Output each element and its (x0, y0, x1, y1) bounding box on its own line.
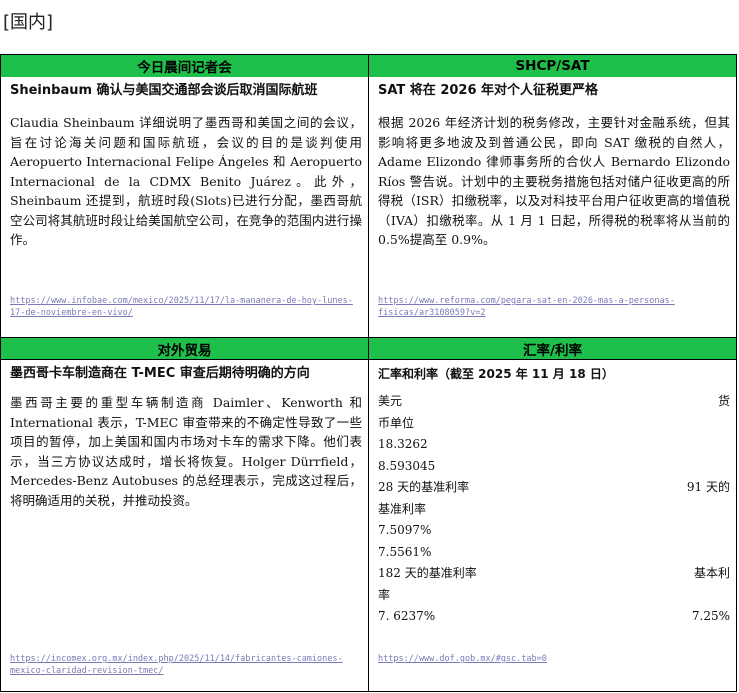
tiie28-value: 7.5097% (378, 523, 432, 537)
tiie91-value: 7.5561% (378, 544, 432, 559)
base-rate-value: 7.25% (691, 609, 730, 623)
source-link[interactable]: https://incomex.org.mx/index.php/2025/11… (10, 653, 360, 677)
source-link[interactable]: https://www.reforma.com/pegara-sat-en-20… (378, 295, 728, 319)
header-shcp-sat: SHCP/SAT (369, 55, 736, 77)
rates-headline: 汇率和利率（截至 2025 年 11 月 18 日） (378, 367, 614, 381)
panel-exchange-rates: 汇率和利率（截至 2025 年 11 月 18 日） 美元 货 币单位 18.3… (369, 360, 736, 690)
header-exchange-rates: 汇率/利率 (369, 338, 736, 359)
tiie28-label: 28 天的基准利率 (378, 480, 470, 494)
tiie91-label: 91 天的 (686, 480, 730, 494)
currency-unit-label: 货 (717, 394, 730, 408)
article-body: 根据 2026 年经济计划的税务修改，主要针对金融系统，但其影响将更多地波及到普… (378, 115, 730, 247)
base-rate-label-cont: 率 (378, 587, 391, 602)
currency-unit-label-cont: 币单位 (378, 415, 415, 430)
source-link[interactable]: https://www.dof.gob.mx/#gsc.tab=0 (378, 653, 728, 665)
usd-label: 美元 (378, 394, 403, 408)
panel-foreign-trade: 墨西哥卡车制造商在 T-MEC 审查后期待明确的方向 墨西哥主要的重型车辆制造商… (1, 360, 368, 690)
article-body: Claudia Sheinbaum 详细说明了墨西哥和美国之间的会议，旨在讨论海… (10, 115, 362, 247)
article-headline: 墨西哥卡车制造商在 T-MEC 审查后期待明确的方向 (10, 366, 310, 381)
source-link[interactable]: https://www.infobae.com/mexico/2025/11/1… (10, 295, 360, 319)
article-headline: SAT 将在 2026 年对个人征税更严格 (378, 83, 599, 98)
article-body: 墨西哥主要的重型车辆制造商 Daimler、Kenworth 和 Interna… (10, 395, 362, 508)
base-rate-label: 基本利 (693, 566, 730, 580)
tiie182-value: 7. 6237% (378, 609, 436, 623)
rates-table: 美元 货 币单位 18.3262 8.593045 28 天的基准利率 91 天… (378, 391, 730, 628)
article-headline: Sheinbaum 确认与美国交通部会谈后取消国际航班 (10, 83, 318, 98)
header-foreign-trade: 对外贸易 (1, 338, 368, 359)
usd-value: 18.3262 (378, 437, 428, 451)
tiie182-label: 182 天的基准利率 (378, 566, 477, 580)
section-title: [国内] (3, 12, 54, 33)
currency-unit-value: 8.593045 (378, 458, 436, 473)
news-grid: 今日晨间记者会 SHCP/SAT 对外贸易 汇率/利率 Sheinbaum 确认… (0, 54, 737, 692)
tiie91-label-cont: 基准利率 (378, 501, 427, 516)
header-press-conference: 今日晨间记者会 (1, 55, 368, 77)
